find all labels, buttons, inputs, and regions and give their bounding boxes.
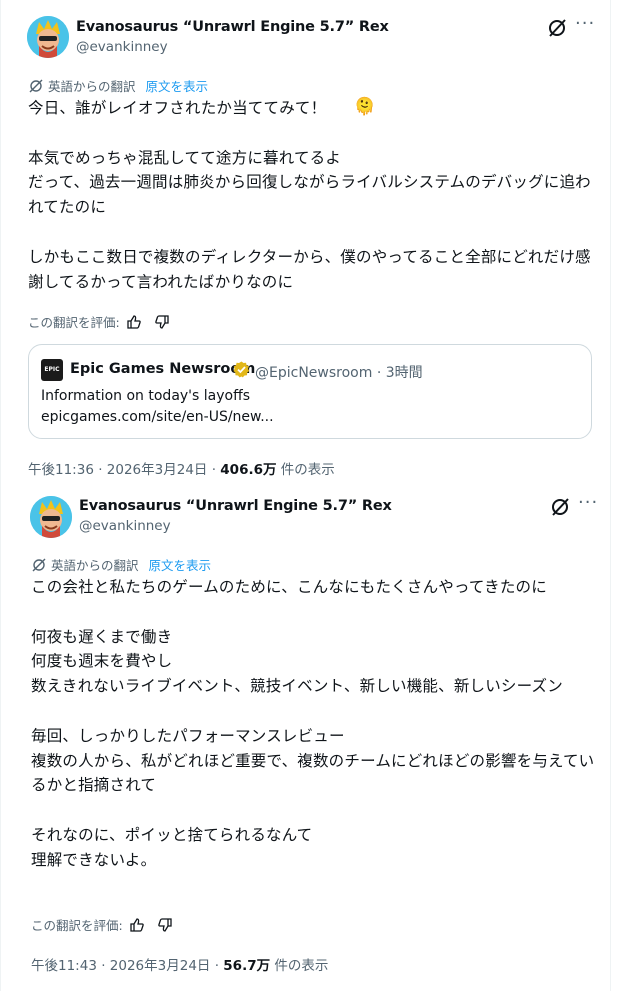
rate-label: この翻訳を評価: [31, 918, 123, 933]
rate-translation-row: この翻訳を評価: [31, 915, 173, 934]
quoted-link-card[interactable]: EPIC Epic Games Newsroom @EpicNewsroom ·… [28, 344, 592, 439]
more-icon[interactable]: ··· [575, 15, 595, 33]
grok-icon[interactable] [546, 17, 568, 39]
epic-logo: EPIC [41, 359, 63, 381]
tweet-2: Evanosaurus “Unrawrl Engine 5.7” Rex @ev… [0, 480, 611, 991]
thumbs-up-icon[interactable] [129, 917, 145, 933]
avatar-image [30, 496, 72, 538]
quote-display-name: Epic Games Newsroom [70, 361, 256, 377]
grok-icon[interactable] [549, 496, 571, 518]
rate-translation-row: この翻訳を評価: [28, 312, 170, 331]
translate-icon [29, 79, 43, 92]
view-count: 406.6万 [220, 462, 277, 478]
tweet-text: 今日、誰がレイオフされたか当ててみて！ 本気でめっちゃ混乱してて途方に暮れてるよ… [28, 96, 593, 294]
avatar[interactable] [30, 496, 72, 538]
timestamp[interactable]: 午後11:43 · 2026年3月24日 · [31, 958, 223, 974]
melting-face-emoji: 🫠 [354, 97, 376, 117]
views-suffix: 件の表示 [270, 958, 329, 974]
tweet-text: この会社と私たちのゲームのために、こんなにもたくさんやってきたのに 何夜も遅くま… [31, 575, 596, 873]
tweet-meta: 午後11:43 · 2026年3月24日 · 56.7万 件の表示 [31, 954, 328, 974]
quote-title: Information on today's layoffs [41, 388, 251, 404]
avatar[interactable] [27, 16, 69, 58]
user-handle[interactable]: @evankinney [79, 518, 171, 534]
translated-label: 英語からの翻訳 [51, 558, 139, 573]
quote-link[interactable]: epicgames.com/site/en-US/new... [41, 409, 274, 425]
rate-label: この翻訳を評価: [28, 315, 120, 330]
display-name[interactable]: Evanosaurus “Unrawrl Engine 5.7” Rex [76, 19, 389, 35]
translation-row: 英語からの翻訳 原文を表示 [28, 76, 208, 95]
translation-row: 英語からの翻訳 原文を表示 [31, 555, 211, 574]
translated-label: 英語からの翻訳 [48, 79, 136, 94]
quote-handle-time: @EpicNewsroom · 3時間 [255, 365, 423, 381]
show-original-link[interactable]: 原文を表示 [149, 555, 212, 574]
show-original-link[interactable]: 原文を表示 [146, 76, 209, 95]
tweet-body: この会社と私たちのゲームのために、こんなにもたくさんやってきたのに 何夜も遅くま… [31, 578, 595, 869]
thumbs-down-icon[interactable] [157, 917, 173, 933]
tweet-meta: 午後11:36 · 2026年3月24日 · 406.6万 件の表示 [28, 458, 335, 478]
views-suffix: 件の表示 [276, 462, 335, 478]
view-count: 56.7万 [223, 958, 271, 974]
avatar-image [27, 16, 69, 58]
verified-gold-icon [233, 361, 250, 378]
thumbs-up-icon[interactable] [126, 314, 142, 330]
display-name[interactable]: Evanosaurus “Unrawrl Engine 5.7” Rex [79, 498, 392, 514]
translate-icon [32, 558, 46, 571]
more-icon[interactable]: ··· [578, 494, 598, 512]
timestamp[interactable]: 午後11:36 · 2026年3月24日 · [28, 462, 220, 478]
tweet-1: Evanosaurus “Unrawrl Engine 5.7” Rex @ev… [0, 0, 611, 480]
user-handle[interactable]: @evankinney [76, 39, 168, 55]
tweet-body: 今日、誰がレイオフされたか当ててみて！ 本気でめっちゃ混乱してて途方に暮れてるよ… [28, 99, 591, 291]
thumbs-down-icon[interactable] [154, 314, 170, 330]
